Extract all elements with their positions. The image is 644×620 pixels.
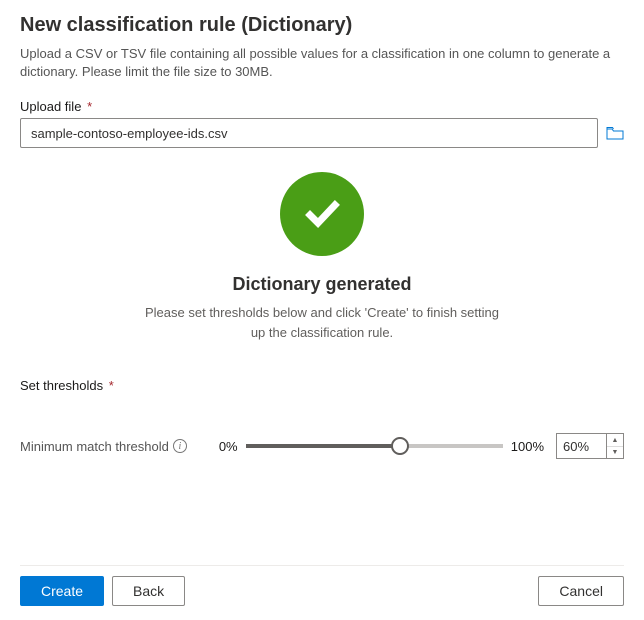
upload-file-input[interactable] xyxy=(20,118,598,148)
status-message: Please set thresholds below and click 'C… xyxy=(142,303,502,342)
set-thresholds-label: Set thresholds * xyxy=(20,378,624,393)
slider-max-label: 100% xyxy=(511,439,544,454)
cancel-button[interactable]: Cancel xyxy=(538,576,624,606)
upload-file-label: Upload file * xyxy=(20,99,624,114)
required-asterisk: * xyxy=(87,99,92,114)
threshold-slider[interactable] xyxy=(246,437,503,455)
threshold-step-up[interactable]: ▲ xyxy=(607,434,623,447)
back-button[interactable]: Back xyxy=(112,576,185,606)
required-asterisk: * xyxy=(109,378,114,393)
set-thresholds-label-text: Set thresholds xyxy=(20,378,103,393)
threshold-value-input[interactable] xyxy=(556,433,606,459)
status-title: Dictionary generated xyxy=(142,274,502,295)
create-button[interactable]: Create xyxy=(20,576,104,606)
threshold-step-down[interactable]: ▼ xyxy=(607,447,623,459)
browse-folder-icon[interactable] xyxy=(606,126,624,140)
page-description: Upload a CSV or TSV file containing all … xyxy=(20,45,624,81)
min-match-threshold-label: Minimum match threshold xyxy=(20,439,169,454)
info-icon[interactable]: i xyxy=(173,439,187,453)
upload-file-label-text: Upload file xyxy=(20,99,81,114)
slider-thumb[interactable] xyxy=(391,437,409,455)
success-check-icon xyxy=(280,172,364,256)
page-title: New classification rule (Dictionary) xyxy=(20,14,624,37)
slider-min-label: 0% xyxy=(219,439,238,454)
